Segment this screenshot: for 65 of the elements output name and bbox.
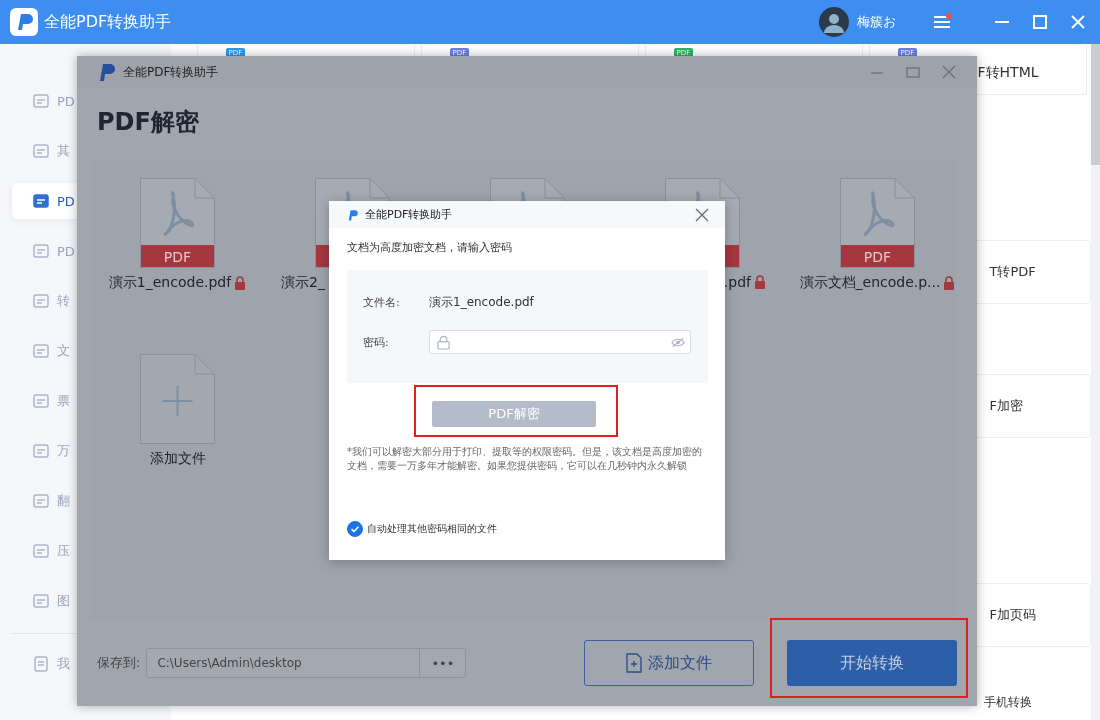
file-name: .pdf	[723, 274, 751, 290]
add-file-tile-icon[interactable]	[140, 354, 215, 444]
document-icon	[32, 242, 50, 260]
file-name-label: 文件名:	[363, 294, 401, 310]
lock-icon	[943, 276, 956, 290]
password-field[interactable]	[429, 330, 691, 354]
document-icon	[32, 342, 50, 360]
document-icon	[32, 542, 50, 560]
document-icon	[32, 392, 50, 410]
file-name: 添加文件	[149, 450, 206, 468]
document-icon	[32, 492, 50, 510]
document-icon	[32, 292, 50, 310]
maximize-icon[interactable]	[1032, 14, 1048, 30]
start-convert-button[interactable]: 开始转换	[787, 640, 957, 686]
document-icon	[32, 442, 50, 460]
sidebar-item[interactable]: 图	[12, 583, 77, 619]
mobile-convert-link[interactable]: 手机转换	[983, 694, 1032, 711]
window-title: 全能PDF转换助手	[123, 63, 219, 81]
sidebar-item[interactable]: 转	[12, 283, 77, 319]
decrypt-note: *我们可以解密大部分用于打印、提取等的权限密码。但是，该文档是高度加密的文档，需要一万多年才能解密。如果您提供密码，它可以在几秒钟内永久解锁	[347, 445, 703, 473]
sidebar-item[interactable]: 压	[12, 533, 77, 569]
sidebar-item[interactable]: 票	[12, 383, 77, 419]
tool-label: F转HTML	[977, 64, 1039, 82]
app-title: 全能PDF转换助手	[44, 11, 172, 33]
sidebar-item[interactable]: 万	[12, 433, 77, 469]
document-icon	[32, 655, 50, 673]
checkbox[interactable]	[347, 521, 363, 537]
sidebar-item[interactable]: 翻	[12, 483, 77, 519]
document-icon	[32, 92, 50, 110]
sidebar-item[interactable]: 文	[12, 333, 77, 369]
file-name-value: 演示1_encode.pdf	[429, 293, 534, 311]
logo-icon	[347, 208, 359, 221]
document-icon	[32, 592, 50, 610]
hidden-eye-icon[interactable]	[671, 336, 685, 348]
save-label: 保存到:	[97, 654, 141, 672]
document-icon	[32, 142, 50, 160]
sidebar-item[interactable]: PD	[12, 83, 77, 119]
add-file-icon	[626, 653, 642, 673]
page-heading: PDF解密	[97, 108, 200, 136]
menu-icon[interactable]	[932, 13, 952, 31]
sidebar-item[interactable]: 我	[12, 646, 77, 682]
document-icon	[32, 192, 50, 210]
dialog-title: 全能PDF转换助手	[365, 207, 453, 222]
dialog-prompt: 文档为高度加密文档，请输入密码	[347, 240, 513, 255]
logo-icon	[10, 8, 38, 36]
lock-icon	[234, 276, 247, 290]
file-name: 演示2_	[281, 274, 325, 292]
user-name[interactable]: 梅簇お	[857, 13, 896, 31]
logo-icon	[97, 62, 117, 82]
sidebar-item[interactable]: PD	[12, 233, 77, 269]
lock-icon	[754, 275, 766, 289]
checkbox-label: 自动处理其他密码相同的文件	[367, 522, 497, 536]
password-label: 密码:	[363, 334, 390, 350]
pdf-file-icon[interactable]: PDF	[840, 178, 915, 268]
avatar-icon[interactable]	[819, 7, 849, 37]
sidebar-item[interactable]: PD	[12, 183, 77, 219]
scrollbar-thumb[interactable]	[1090, 44, 1100, 165]
file-name: 演示1_encode.pdf	[108, 274, 232, 292]
pdf-file-icon[interactable]: PDF	[140, 178, 215, 268]
close-icon[interactable]	[695, 207, 709, 222]
add-file-button[interactable]: 添加文件	[584, 640, 754, 686]
browse-button[interactable]: •••	[420, 648, 467, 678]
save-path-field[interactable]: C:\Users\Admin\desktop	[146, 648, 421, 678]
lock-icon	[437, 334, 450, 350]
sidebar-item[interactable]: 其	[12, 133, 77, 169]
